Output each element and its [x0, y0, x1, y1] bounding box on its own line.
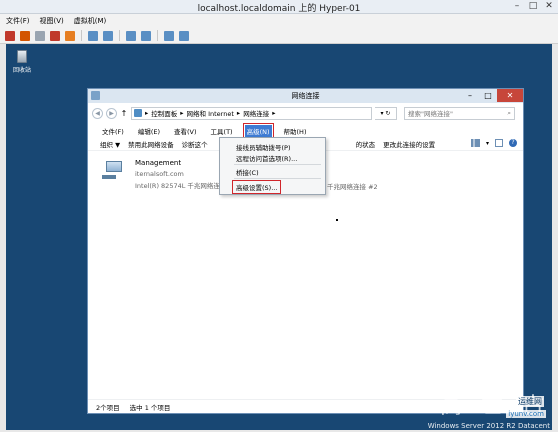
toolbar-separator — [81, 30, 82, 41]
command-bar-right: ▾ ? — [470, 139, 517, 147]
explorer-title: 网络连接 — [291, 92, 320, 100]
explorer-titlebar: 网络连接 – □ ✕ — [88, 89, 523, 103]
revert-icon[interactable] — [103, 30, 113, 41]
vm-toolbar — [0, 28, 558, 44]
organize-button[interactable]: 组织 ▼ — [100, 139, 120, 149]
menu-item-operator-dial[interactable]: 接线员辅助拨号(P) — [236, 142, 291, 152]
network-adapter-icon — [102, 161, 123, 181]
recycle-bin[interactable]: 回收站 — [9, 50, 35, 74]
power-icon[interactable] — [50, 30, 60, 41]
pause-icon[interactable] — [65, 30, 75, 41]
connection-adapter: Intel(R) 82574L 千兆网络连 — [135, 182, 220, 190]
menu-separator — [234, 164, 321, 165]
watermark-brand: 运维网 — [516, 396, 544, 407]
status-item-count: 2个项目 — [96, 403, 120, 412]
breadcrumb-control-panel[interactable]: 控制面板 — [151, 108, 177, 118]
menu-item-bridge[interactable]: 桥接(C) — [236, 167, 259, 177]
vm-window-controls: – □ ✕ — [512, 1, 554, 11]
explorer-window-controls: – □ ✕ — [461, 89, 523, 102]
guest-desktop: 回收站 网络连接 – □ ✕ ◀ ▶ ↑ ▸ 控制面板 ▸ 网络和 Intern… — [6, 44, 552, 430]
explorer-maximize-button[interactable]: □ — [479, 89, 497, 102]
vm-menu-view[interactable]: 视图(V) — [40, 16, 64, 26]
menu-tools[interactable]: 工具(T) — [209, 125, 235, 137]
play-icon[interactable] — [35, 30, 45, 41]
menu-edit[interactable]: 编辑(E) — [136, 125, 162, 137]
menu-help[interactable]: 帮助(H) — [282, 125, 309, 137]
maximize-button[interactable]: □ — [528, 1, 538, 11]
breadcrumb-sep: ▸ — [145, 109, 149, 117]
search-input[interactable]: 搜索"网络连接" ⌕ — [404, 106, 515, 120]
settings-icon[interactable] — [164, 30, 174, 41]
breadcrumb-network-connections[interactable]: 网络连接 — [243, 108, 269, 118]
menu-file[interactable]: 文件(F) — [100, 125, 126, 137]
view-dropdown-icon[interactable]: ▾ — [486, 140, 489, 147]
recycle-bin-label: 回收站 — [12, 67, 31, 74]
ctrl-alt-del-icon[interactable] — [5, 30, 15, 41]
mouse-release-icon[interactable] — [141, 30, 151, 41]
view-options-icon[interactable] — [470, 139, 480, 147]
watermark: 高 亡 古 运维网 iyunv.com Windows Server 2012 … — [427, 386, 550, 430]
recycle-bin-icon — [17, 50, 27, 63]
change-settings-button[interactable]: 更改此连接的设置 — [383, 139, 435, 149]
status-button[interactable]: 的状态 — [356, 139, 376, 149]
insert-disk-icon[interactable] — [126, 30, 136, 41]
vm-titlebar: localhost.localdomain 上的 Hyper-01 – □ ✕ — [0, 0, 558, 14]
toolbar-separator — [119, 30, 120, 41]
disable-device-button[interactable]: 禁用此网络设备 — [128, 139, 174, 149]
vm-menubar: 文件(F) 视图(V) 虚拟机(M) — [0, 14, 558, 28]
back-icon[interactable]: ◀ — [92, 107, 103, 119]
type-clipboard-icon[interactable] — [179, 30, 189, 41]
vm-menu-machine[interactable]: 虚拟机(M) — [74, 16, 107, 26]
breadcrumb-sep: ▸ — [272, 109, 276, 117]
diagnose-button[interactable]: 诊断这个 — [182, 139, 208, 149]
vm-window-title: localhost.localdomain 上的 Hyper-01 — [197, 4, 361, 14]
address-bar[interactable]: ▸ 控制面板 ▸ 网络和 Internet ▸ 网络连接 ▸ — [131, 106, 372, 120]
refresh-button[interactable]: ▾ ↻ — [375, 106, 397, 120]
connection-domain: iternalsoft.com — [135, 170, 184, 178]
stop-icon[interactable] — [20, 30, 30, 41]
menu-view[interactable]: 查看(V) — [172, 125, 199, 137]
menu-item-remote-access-prefs[interactable]: 远程访问首选项(R)... — [236, 153, 297, 163]
status-selected-count: 选中 1 个项目 — [129, 403, 171, 412]
menu-advanced[interactable]: 高级(N) — [242, 122, 274, 139]
search-placeholder: 搜索"网络连接" — [408, 110, 453, 118]
advanced-menu-dropdown: 接线员辅助拨号(P) 远程访问首选项(R)... 桥接(C) 高级设置(S)..… — [219, 137, 326, 195]
minimize-button[interactable]: – — [512, 1, 522, 11]
explorer-close-button[interactable]: ✕ — [497, 89, 523, 102]
breadcrumb-sep: ▸ — [236, 109, 241, 117]
vm-menu-file[interactable]: 文件(F) — [6, 16, 30, 26]
toolbar-separator — [157, 30, 158, 41]
preview-pane-icon[interactable] — [495, 139, 503, 147]
menu-item-advanced-settings[interactable]: 高级设置(S)... — [231, 180, 282, 194]
forward-icon[interactable]: ▶ — [106, 107, 117, 119]
mouse-cursor — [336, 219, 338, 221]
address-row: ◀ ▶ ↑ ▸ 控制面板 ▸ 网络和 Internet ▸ 网络连接 ▸ ▾ ↻… — [88, 104, 523, 122]
connection-2-adapter[interactable]: 千兆网络连接 #2 — [327, 181, 378, 191]
control-panel-icon — [134, 109, 142, 117]
search-icon: ⌕ — [507, 108, 511, 117]
connection-name: Management — [135, 159, 182, 167]
explorer-menubar: 文件(F) 编辑(E) 查看(V) 工具(T) 高级(N) 帮助(H) — [88, 122, 523, 139]
network-connections-window: 网络连接 – □ ✕ ◀ ▶ ↑ ▸ 控制面板 ▸ 网络和 Internet ▸… — [87, 88, 524, 414]
up-arrow-icon[interactable]: ↑ — [120, 109, 128, 118]
watermark-site: iyunv.com — [506, 410, 546, 418]
checkpoint-icon[interactable] — [88, 30, 98, 41]
breadcrumb-network-internet[interactable]: 网络和 Internet — [187, 108, 234, 118]
close-button[interactable]: ✕ — [544, 1, 554, 11]
menu-separator — [234, 178, 321, 179]
breadcrumb-sep: ▸ — [180, 109, 184, 117]
explorer-minimize-button[interactable]: – — [461, 89, 479, 102]
help-icon[interactable]: ? — [509, 139, 517, 147]
os-edition-label: Windows Server 2012 R2 Datacent — [427, 422, 550, 430]
